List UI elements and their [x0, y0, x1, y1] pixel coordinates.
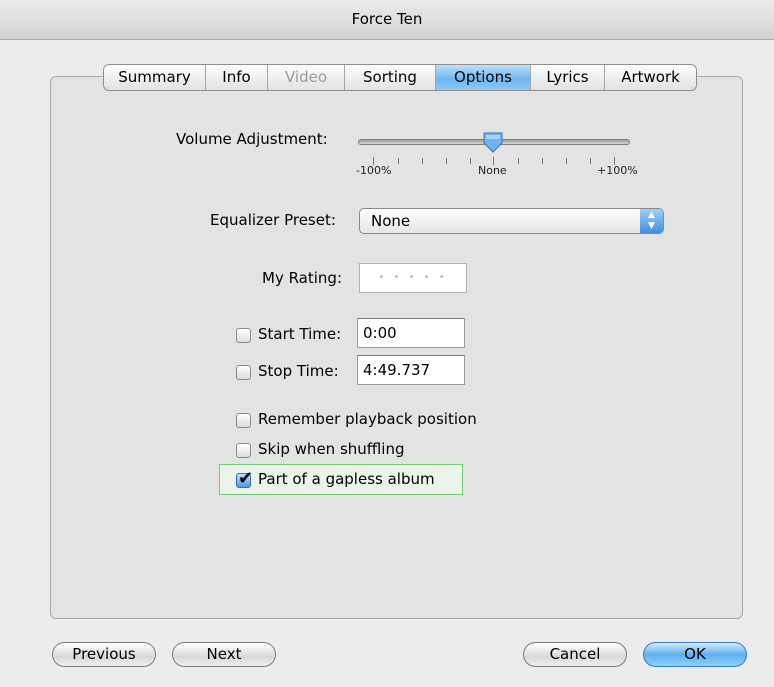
stop-time-label: Stop Time:: [258, 362, 339, 380]
start-time-field[interactable]: 0:00: [357, 318, 465, 348]
remember-playback-label: Remember playback position: [258, 410, 477, 428]
stop-time-field[interactable]: 4:49.737: [357, 355, 465, 385]
tab-lyrics[interactable]: Lyrics: [531, 65, 605, 90]
volume-tick: [422, 158, 423, 164]
equalizer-label: Equalizer Preset:: [210, 211, 336, 229]
tab-bar: Summary Info Video Sorting Options Lyric…: [103, 64, 697, 91]
rating-stars[interactable]: • • • • •: [359, 263, 467, 293]
start-time-checkbox[interactable]: [236, 328, 251, 343]
previous-button[interactable]: Previous: [52, 642, 156, 667]
skip-shuffling-checkbox[interactable]: [236, 443, 251, 458]
volume-tick: [446, 158, 447, 164]
volume-max-label: +100%: [597, 164, 638, 177]
volume-tick: [470, 158, 471, 164]
volume-tick: [518, 158, 519, 164]
next-button[interactable]: Next: [172, 642, 276, 667]
volume-tick: [590, 158, 591, 164]
window-title: Force Ten: [0, 0, 774, 40]
volume-label: Volume Adjustment:: [176, 130, 328, 148]
equalizer-value: None: [371, 212, 411, 230]
remember-playback-checkbox[interactable]: [236, 413, 251, 428]
volume-tick: [542, 158, 543, 164]
stop-time-checkbox[interactable]: [236, 365, 251, 380]
equalizer-popup[interactable]: None ▲ ▼: [359, 208, 664, 234]
checkmark-icon: ✔: [238, 468, 254, 489]
volume-mid-label: None: [478, 164, 507, 177]
up-down-arrows-icon: ▲ ▼: [640, 209, 663, 233]
cancel-button[interactable]: Cancel: [523, 642, 627, 667]
volume-tick: [566, 158, 567, 164]
gapless-label: Part of a gapless album: [258, 470, 435, 488]
tab-info[interactable]: Info: [206, 65, 268, 90]
tab-artwork[interactable]: Artwork: [605, 65, 696, 90]
rating-label: My Rating:: [262, 269, 343, 287]
tab-options[interactable]: Options: [436, 65, 531, 90]
volume-min-label: -100%: [356, 164, 392, 177]
skip-shuffling-label: Skip when shuffling: [258, 440, 405, 458]
volume-tick: [398, 158, 399, 164]
info-dialog: Force Ten Summary Info Video Sorting Opt…: [0, 0, 774, 687]
tab-video: Video: [268, 65, 345, 90]
gapless-checkbox[interactable]: ✔: [236, 468, 253, 489]
ok-button[interactable]: OK: [643, 642, 747, 667]
start-time-label: Start Time:: [258, 325, 342, 343]
tab-sorting[interactable]: Sorting: [345, 65, 436, 90]
volume-slider-thumb[interactable]: [482, 131, 504, 153]
tab-summary[interactable]: Summary: [104, 65, 206, 90]
